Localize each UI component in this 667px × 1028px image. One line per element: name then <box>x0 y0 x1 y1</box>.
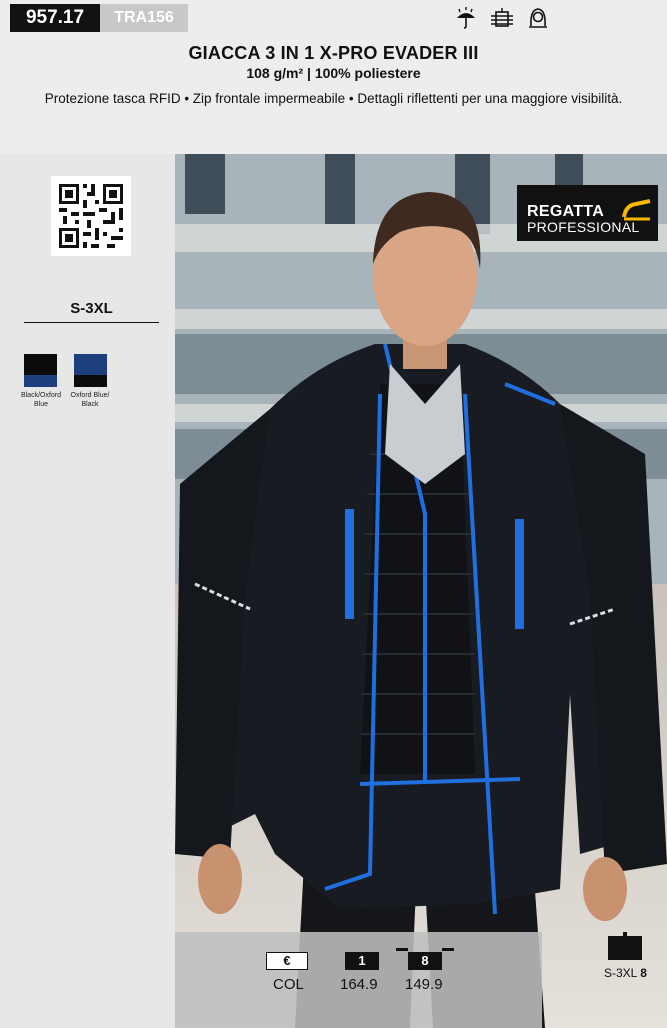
brand-logo: REGATTA PROFESSIONAL <box>517 185 658 241</box>
qr-code[interactable] <box>51 176 131 256</box>
color-label: Oxford Blue/ Black <box>70 392 110 408</box>
color-swatch-black-oxford-blue[interactable] <box>24 354 57 387</box>
product-photo <box>175 154 667 1028</box>
regatta-logo-icon <box>622 199 651 221</box>
product-title: GIACCA 3 IN 1 X-PRO EVADER III <box>188 43 479 63</box>
product-subtitle: 108 g/m² | 100% poliestere <box>246 65 421 81</box>
tier-price-1: 164.9 <box>340 976 378 993</box>
box-icon <box>608 932 642 960</box>
divider <box>24 322 159 323</box>
tier-qty-8: 8 <box>408 952 442 970</box>
currency-box: € <box>266 952 308 970</box>
tier-qty-1: 1 <box>345 952 379 970</box>
tier-divider <box>442 948 454 951</box>
brand-subname: PROFESSIONAL <box>527 219 640 235</box>
windproof-icon <box>491 8 513 27</box>
col-label: COL <box>273 976 304 993</box>
pack-info: S-3XL 8 <box>604 966 647 980</box>
product-ref: TRA156 <box>100 4 188 32</box>
product-features: Protezione tasca RFID • Zip frontale imp… <box>44 91 623 106</box>
pack-qty: 8 <box>640 966 647 980</box>
size-range: S-3XL <box>70 300 113 317</box>
product-code: 957.17 <box>10 4 100 32</box>
hood-icon <box>529 8 547 28</box>
color-label: Black/Oxford Blue <box>20 392 62 408</box>
care-icons <box>455 6 549 30</box>
top-bar: 957.17 TRA156 <box>0 0 667 34</box>
product-header: GIACCA 3 IN 1 X-PRO EVADER III 108 g/m² … <box>0 42 667 107</box>
tier-divider <box>396 948 408 951</box>
umbrella-icon <box>457 7 475 29</box>
color-swatch-oxford-blue-black[interactable] <box>74 354 107 387</box>
tier-price-8: 149.9 <box>405 976 443 993</box>
pack-size-range: S-3XL <box>604 966 637 980</box>
sidebar <box>0 154 175 1028</box>
